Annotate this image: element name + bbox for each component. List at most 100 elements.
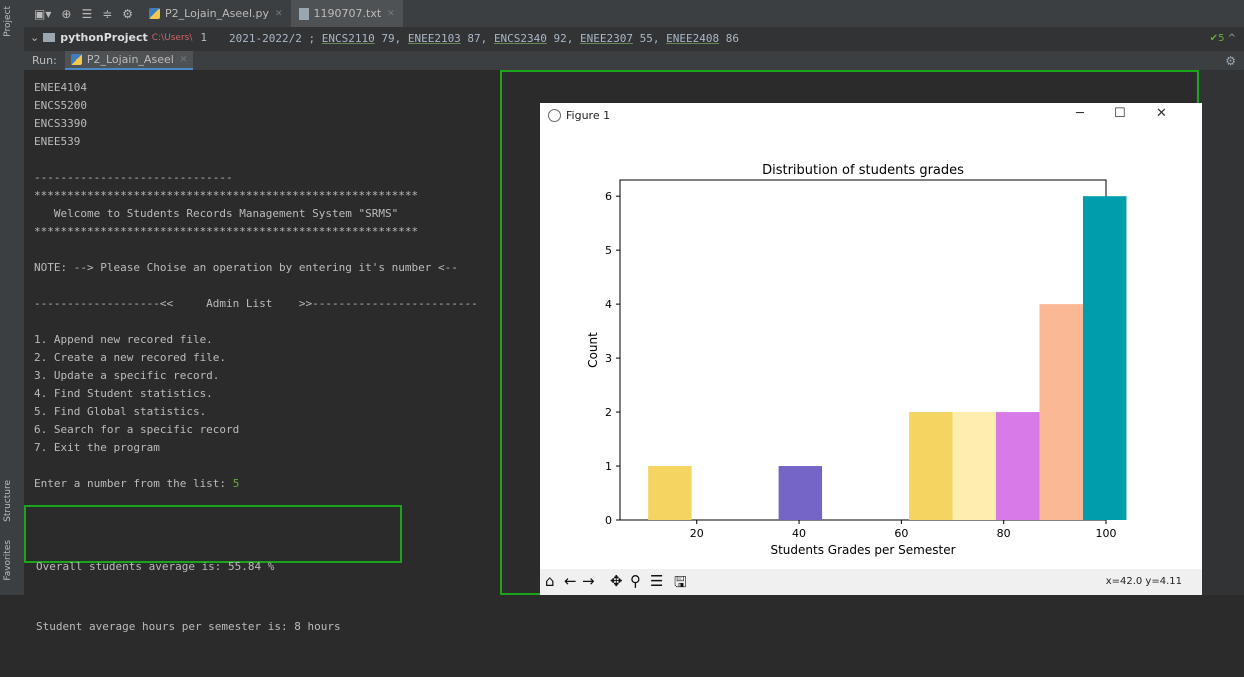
forward-icon[interactable]: → [582,572,595,590]
console-line: 7. Exit the program [34,441,160,454]
collapse-icon[interactable]: ☰ [81,7,92,21]
console-output: ENEE4104 ENCS5200 ENCS3390 ENEE539 ---------… [34,79,478,493]
gear-icon[interactable]: ⚙ [122,7,133,21]
average-hours-line: Student average hours per semester is: 8… [36,620,341,633]
histogram-bar [1082,196,1127,520]
console-line: 6. Search for a specific record [34,423,240,436]
console-line: ------------------------------ [34,171,233,184]
pan-icon[interactable]: ✥ [610,572,623,590]
course-grade: 87, [460,32,494,45]
tab-label: P2_Lojain_Aseel.py [165,7,269,20]
settings-icon[interactable]: ⚙ [1225,54,1236,68]
y-tick-label: 5 [605,244,612,257]
run-label: Run: [32,54,57,67]
structure-tool-tab[interactable]: Structure [3,480,13,522]
course-code: ENEE2307 [580,32,634,45]
console-prompt: Enter a number from the list: [34,477,233,490]
x-tick-label: 80 [997,527,1011,540]
tab-text-file[interactable]: 1190707.txt ✕ [290,0,403,27]
y-tick-label: 2 [605,406,612,419]
histogram-bar [1039,304,1083,520]
console-line: ****************************************… [34,225,419,238]
left-tool-strip: Project Structure Favorites [0,0,25,595]
run-tool-bar: Run: P2_Lojain_Aseel ✕ ⚙ [24,51,1244,70]
line-number: 1 [200,31,208,44]
inspection-indicator[interactable]: ✔5 ^ [1210,33,1236,44]
project-tool-tab[interactable]: Project [3,6,13,37]
console-line: ****************************************… [34,189,419,202]
tab-label: 1190707.txt [313,7,382,20]
y-tick-label: 0 [605,514,612,527]
console-line: ENEE539 [34,135,81,148]
python-file-icon [149,8,161,19]
close-icon[interactable]: ✕ [275,9,283,19]
y-tick-label: 6 [605,190,612,203]
right-gutter [1196,70,1244,595]
x-tick-label: 60 [894,527,908,540]
layout-icon[interactable]: ▣▾ [34,7,51,21]
configure-icon[interactable]: ☰ [650,572,663,590]
expand-icon[interactable]: ≑ [102,7,112,21]
histogram-bar [996,412,1040,520]
close-icon[interactable]: ✕ [180,55,188,65]
project-bar: ⌄ pythonProject C:\Users\ 1 2021-2022/2 … [24,27,1244,51]
course-grade: 86 [719,32,740,45]
home-icon[interactable]: ⌂ [545,572,555,590]
project-path: C:\Users\ [151,32,193,43]
course-code: ENCS2340 [493,32,547,45]
histogram-bar [952,412,997,520]
y-axis-label: Count [586,332,600,368]
semester-text: 2021-2022/2 ; [229,32,322,45]
text-file-icon [298,7,309,20]
close-icon[interactable]: ✕ [387,9,395,19]
console-line: 4. Find Student statistics. [34,387,213,400]
course-grade: 92, [546,32,581,45]
locate-icon[interactable]: ⊕ [61,7,71,21]
console-prompt-line: Enter a number from the list: 5 [34,475,478,493]
console-line: NOTE: --> Please Choise an operation by … [34,261,458,274]
y-tick-label: 3 [605,352,612,365]
project-name[interactable]: pythonProject [60,31,148,44]
y-tick-label: 1 [605,460,612,473]
run-tab[interactable]: P2_Lojain_Aseel ✕ [64,51,194,70]
x-axis-label: Students Grades per Semester [770,543,955,557]
cursor-coordinates: x=42.0 y=4.11 [1105,576,1182,587]
histogram-chart: 20 40 60 80 100 0 1 2 3 4 5 6 Distribution of stud… [586,163,1127,557]
stats-highlight-box: Overall students average is: 55.84 % Stu… [24,505,402,633]
favorites-tool-tab[interactable]: Favorites [3,540,13,581]
console-line: 3. Update a specific record. [34,369,220,382]
x-tick-label: 100 [1096,527,1117,540]
check-icon: ✔ [1209,33,1219,44]
chevron-down-icon[interactable]: ⌄ [30,31,39,44]
course-grade: 79, [374,32,408,45]
python-file-icon [70,54,82,65]
figure-toolbar: ⌂ ← → ✥ ⚲ ☰ 🖫 x=42.0 y=4.11 [540,569,1202,595]
console-line: ENEE4104 [34,81,87,94]
console-line: Welcome to Students Records Management S… [34,207,399,220]
course-grade: 55, [633,32,667,45]
console-line: ENCS5200 [34,99,87,112]
console-line: ENCS3390 [34,117,87,130]
console-line: 1. Append new recored file. [34,333,213,346]
back-icon[interactable]: ← [564,572,577,590]
x-tick-label: 20 [690,527,704,540]
course-code: ENEE2103 [407,32,461,45]
editor-tab-bar: ▣▾ ⊕ ☰ ≑ ⚙ P2_Lojain_Aseel.py ✕ 1190707.… [24,0,1244,27]
console-user-input: 5 [232,477,240,490]
y-tick-label: 4 [605,298,612,311]
console-line: 2. Create a new recored file. [34,351,227,364]
save-icon[interactable]: 🖫 [674,572,687,597]
histogram-bar [648,466,692,520]
chart-title: Distribution of students grades [762,163,964,178]
zoom-icon[interactable]: ⚲ [630,572,641,590]
tab-python-file[interactable]: P2_Lojain_Aseel.py ✕ [141,0,291,27]
file-content-line[interactable]: 2021-2022/2 ; ENCS2110 79, ENEE2103 87, … [229,32,739,45]
overall-average-line: Overall students average is: 55.84 % [36,560,275,573]
figure-window[interactable]: Figure 1 ─ ☐ ✕ 20 40 60 80 100 0123456 Distr… [540,103,1202,595]
course-code: ENEE2408 [666,32,720,45]
